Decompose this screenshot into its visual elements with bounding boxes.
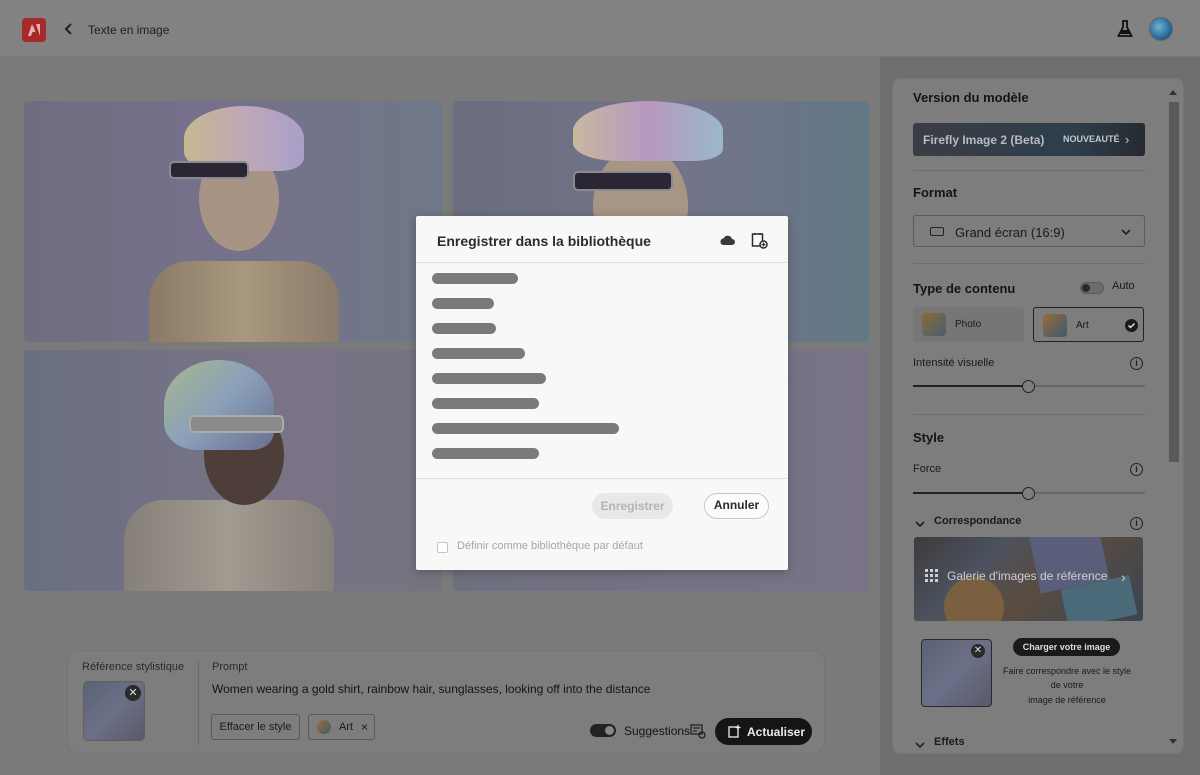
content-type-label: Photo [955, 319, 982, 330]
divider [913, 170, 1145, 171]
divider [913, 414, 1145, 415]
prompt-label: Prompt [212, 661, 248, 673]
library-item-placeholder [432, 423, 619, 434]
upload-description: image de référence [1028, 695, 1106, 705]
flask-icon[interactable] [1117, 20, 1133, 38]
upload-description: de votre [1050, 680, 1084, 690]
reference-gallery-button[interactable]: Galerie d'images de référence › [914, 537, 1143, 621]
format-heading: Format [913, 185, 958, 200]
chevron-down-icon[interactable] [915, 737, 925, 753]
auto-toggle[interactable] [1080, 282, 1104, 294]
chevron-down-icon [1120, 225, 1132, 237]
save-to-library-dialog: Enregistrer dans la bibliothèque Enregis… [416, 216, 788, 570]
remove-icon[interactable]: × [361, 720, 368, 734]
photo-thumbnail [922, 313, 946, 336]
page-title: Texte en image [88, 23, 170, 37]
suggestions-settings-icon[interactable] [690, 723, 706, 739]
dialog-title: Enregistrer dans la bibliothèque [437, 233, 651, 249]
auto-label: Auto [1112, 280, 1135, 292]
art-style-chip[interactable]: Art × [308, 714, 375, 740]
strength-label: Force [913, 463, 942, 475]
add-library-icon[interactable] [751, 232, 768, 249]
close-icon[interactable]: ✕ [125, 685, 141, 701]
match-label: Correspondance [934, 515, 1022, 527]
content-type-label: Art [1076, 320, 1089, 331]
model-name: Firefly Image 2 (Beta) [923, 133, 1045, 147]
scroll-down-icon[interactable] [1169, 739, 1177, 744]
slider-handle[interactable] [1022, 487, 1035, 500]
slider-fill [913, 385, 1029, 387]
aspect-ratio-icon [930, 227, 944, 236]
refresh-icon [728, 725, 741, 738]
generated-image-1[interactable] [24, 101, 442, 342]
library-item-placeholder [432, 448, 539, 459]
divider [416, 478, 788, 479]
content-type-photo[interactable]: Photo [913, 307, 1024, 342]
suggestions-toggle[interactable] [590, 724, 616, 737]
adobe-icon[interactable] [22, 18, 46, 42]
art-thumbnail [1043, 314, 1067, 337]
scroll-up-icon[interactable] [1169, 90, 1177, 95]
info-icon[interactable]: i [1130, 463, 1143, 476]
content-type-art[interactable]: Art [1033, 307, 1144, 342]
info-icon[interactable]: i [1130, 517, 1143, 530]
close-icon[interactable]: ✕ [971, 644, 985, 658]
library-item-placeholder [432, 373, 546, 384]
chevron-down-icon[interactable] [915, 516, 925, 534]
default-library-checkbox[interactable] [437, 542, 448, 553]
format-value: Grand écran (16:9) [955, 225, 1065, 240]
art-thumbnail-icon [317, 720, 331, 734]
prompt-input[interactable]: Women wearing a gold shirt, rainbow hair… [212, 682, 650, 696]
library-item-placeholder [432, 348, 525, 359]
upload-description: Faire correspondre avec le style [1002, 666, 1132, 676]
upload-image-button[interactable]: Charger votre image [1013, 638, 1120, 656]
prompt-panel: Référence stylistique ✕ Prompt Women wea… [67, 650, 825, 754]
info-icon[interactable]: i [1130, 357, 1143, 370]
uploaded-reference-thumbnail[interactable]: ✕ [921, 639, 992, 707]
settings-panel: Version du modèle Firefly Image 2 (Beta)… [892, 78, 1184, 754]
model-version-button[interactable]: Firefly Image 2 (Beta) NOUVEAUTÉ › [913, 123, 1145, 156]
new-badge: NOUVEAUTÉ [1063, 134, 1120, 144]
refresh-button[interactable]: Actualiser [715, 718, 812, 745]
chevron-right-icon: › [1125, 132, 1130, 147]
generated-image-3[interactable] [24, 350, 442, 591]
effects-label: Effets [934, 736, 965, 748]
visual-intensity-label: Intensité visuelle [913, 357, 995, 369]
gallery-label: Galerie d'images de référence [947, 569, 1108, 583]
cloud-icon[interactable] [719, 234, 736, 247]
clear-style-button[interactable]: Effacer le style [211, 714, 300, 740]
grid-icon [925, 569, 938, 582]
library-item-placeholder [432, 298, 494, 309]
cancel-button[interactable]: Annuler [704, 493, 769, 519]
library-item-placeholder [432, 398, 539, 409]
library-item-placeholder [432, 273, 518, 284]
style-reference-label: Référence stylistique [82, 661, 185, 673]
library-item-placeholder [432, 323, 496, 334]
save-button[interactable]: Enregistrer [592, 493, 673, 519]
divider [198, 661, 199, 745]
checkmark-icon [1125, 319, 1138, 332]
strength-slider[interactable] [913, 487, 1145, 500]
refresh-label: Actualiser [747, 725, 806, 739]
visual-intensity-slider[interactable] [913, 380, 1145, 393]
user-avatar[interactable] [1149, 17, 1173, 41]
content-type-heading: Type de contenu [913, 281, 1016, 296]
divider [416, 262, 788, 263]
slider-handle[interactable] [1022, 380, 1035, 393]
art-chip-label: Art [339, 721, 354, 733]
suggestions-label: Suggestions [624, 724, 691, 738]
slider-fill [913, 492, 1029, 494]
default-library-label: Définir comme bibliothèque par défaut [457, 540, 643, 552]
scrollbar-thumb[interactable] [1169, 102, 1179, 462]
chevron-right-icon: › [1121, 569, 1126, 585]
chevron-left-icon[interactable] [62, 21, 76, 37]
top-bar: Texte en image [0, 0, 1200, 57]
divider [913, 263, 1145, 264]
settings-scrollbar[interactable] [1166, 88, 1182, 748]
format-select[interactable]: Grand écran (16:9) [913, 215, 1145, 247]
model-version-heading: Version du modèle [913, 90, 1029, 105]
style-heading: Style [913, 430, 945, 445]
